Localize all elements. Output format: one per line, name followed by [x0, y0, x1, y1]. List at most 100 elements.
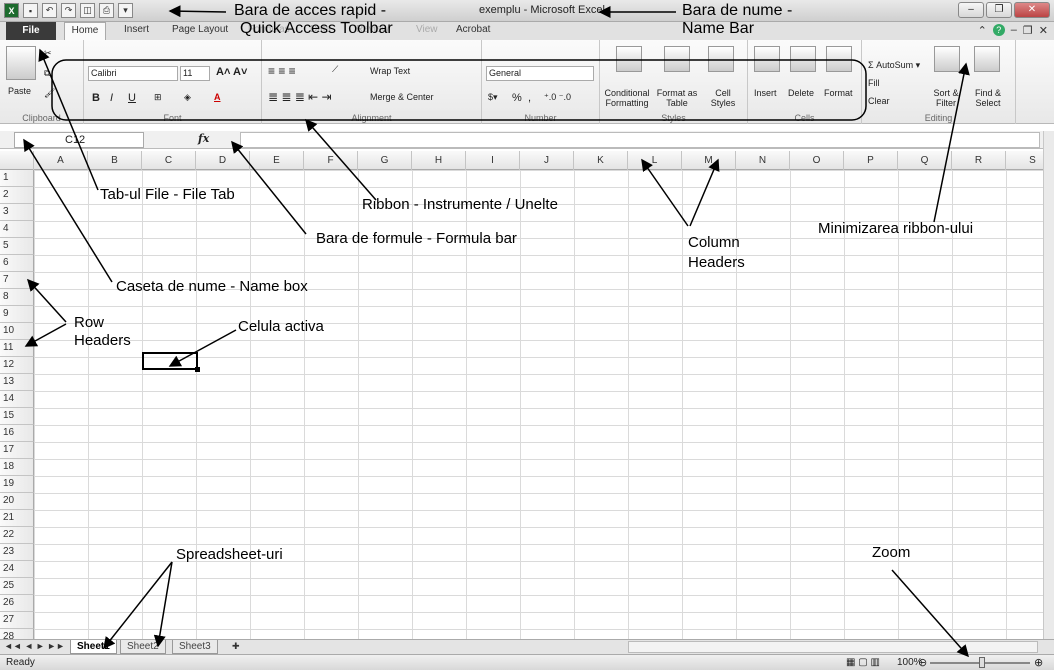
row-header[interactable]: 12 — [0, 357, 34, 374]
zoom-out-icon[interactable]: ⊖ — [918, 656, 927, 669]
column-header[interactable]: L — [628, 151, 682, 170]
bold-button[interactable]: B — [92, 92, 100, 104]
align-left-icon[interactable]: ≣ ≣ ≣ ⇤ ⇥ — [268, 90, 332, 104]
conditional-formatting-button[interactable]: Conditional Formatting — [604, 88, 650, 108]
sort-filter-button[interactable]: Sort & Filter — [928, 88, 964, 108]
tab-file[interactable]: File — [6, 22, 56, 40]
row-header[interactable]: 19 — [0, 476, 34, 493]
row-header[interactable]: 1 — [0, 170, 34, 187]
cell-styles-button[interactable]: Cell Styles — [704, 88, 742, 108]
column-header[interactable]: A — [34, 151, 88, 170]
find-select-icon[interactable] — [974, 46, 1000, 72]
column-header[interactable]: I — [466, 151, 520, 170]
underline-button[interactable]: U — [128, 92, 136, 104]
orientation-icon[interactable]: ⟋ — [332, 64, 338, 75]
redo-icon[interactable]: ↷ — [61, 3, 76, 18]
row-header[interactable]: 11 — [0, 340, 34, 357]
help-icon[interactable]: ? — [992, 24, 1005, 36]
insert-sheet-icon[interactable]: ✚ — [232, 641, 240, 652]
sheet-tab[interactable]: Sheet2 — [120, 640, 166, 654]
row-header[interactable]: 9 — [0, 306, 34, 323]
vertical-scrollbar[interactable] — [1043, 131, 1054, 639]
row-header[interactable]: 14 — [0, 391, 34, 408]
italic-button[interactable]: I — [110, 92, 113, 104]
row-header[interactable]: 7 — [0, 272, 34, 289]
column-header[interactable]: R — [952, 151, 1006, 170]
delete-cells-icon[interactable] — [790, 46, 816, 72]
row-header[interactable]: 26 — [0, 595, 34, 612]
column-header[interactable]: O — [790, 151, 844, 170]
delete-button[interactable]: Delete — [788, 88, 814, 98]
minimize-window-button[interactable]: – — [958, 2, 984, 18]
format-as-table-icon[interactable] — [664, 46, 690, 72]
row-header[interactable]: 16 — [0, 425, 34, 442]
horizontal-scrollbar[interactable] — [628, 641, 1038, 653]
paste-button[interactable]: Paste — [8, 86, 31, 96]
column-header[interactable]: G — [358, 151, 412, 170]
wrap-text-button[interactable]: Wrap Text — [370, 66, 410, 76]
sheet-nav-icon[interactable]: ◄◄ ◄ ► ►► — [4, 641, 65, 651]
accounting-icon[interactable]: $▾ — [488, 92, 498, 103]
align-top-icon[interactable]: ≡ ≡ ≡ — [268, 64, 296, 78]
undo-icon[interactable]: ↶ — [42, 3, 57, 18]
font-size-select[interactable]: 11 — [180, 66, 210, 81]
select-all-corner[interactable] — [0, 151, 34, 170]
percent-button[interactable]: % — [512, 92, 522, 104]
column-header[interactable]: N — [736, 151, 790, 170]
sheet-tab[interactable]: Sheet3 — [172, 640, 218, 654]
decimal-icon[interactable]: ⁺.0 ⁻.0 — [544, 92, 571, 103]
format-painter-icon[interactable]: 🖌 — [44, 88, 55, 99]
row-header[interactable]: 22 — [0, 527, 34, 544]
restore-window-button[interactable]: ❐ — [986, 2, 1012, 18]
column-header[interactable]: E — [250, 151, 304, 170]
column-header[interactable]: S — [1006, 151, 1043, 170]
cell-grid[interactable] — [34, 170, 1043, 639]
column-header[interactable]: P — [844, 151, 898, 170]
tab-home[interactable]: Home — [64, 22, 106, 40]
sheet-tab[interactable]: Sheet1 — [70, 640, 117, 654]
row-header[interactable]: 27 — [0, 612, 34, 629]
minimize-ribbon-icon[interactable]: ⌃ — [978, 24, 987, 37]
comma-button[interactable]: , — [528, 92, 531, 104]
merge-center-button[interactable]: Merge & Center — [370, 92, 434, 102]
row-header[interactable]: 25 — [0, 578, 34, 595]
column-header[interactable]: C — [142, 151, 196, 170]
cut-icon[interactable]: ✂ — [44, 48, 52, 59]
tab-insert[interactable]: Insert — [124, 24, 149, 35]
column-header[interactable]: J — [520, 151, 574, 170]
close-window-button[interactable]: ✕ — [1014, 2, 1050, 18]
insert-cells-icon[interactable] — [754, 46, 780, 72]
column-header[interactable]: B — [88, 151, 142, 170]
format-as-table-button[interactable]: Format as Table — [654, 88, 700, 108]
cell-styles-icon[interactable] — [708, 46, 734, 72]
row-header[interactable]: 21 — [0, 510, 34, 527]
view-buttons-icon[interactable]: ▦ ▢ ▥ — [846, 657, 880, 668]
row-header[interactable]: 15 — [0, 408, 34, 425]
workbook-minimize-icon[interactable]: – — [1011, 24, 1017, 37]
row-header[interactable]: 23 — [0, 544, 34, 561]
workbook-restore-icon[interactable]: ❐ — [1023, 24, 1033, 37]
tab-page-layout[interactable]: Page Layout — [172, 24, 228, 35]
workbook-close-icon[interactable]: ✕ — [1039, 24, 1048, 37]
font-name-select[interactable]: Calibri — [88, 66, 178, 81]
excel-logo-icon[interactable]: X — [4, 3, 19, 18]
save-icon[interactable]: ▪ — [23, 3, 38, 18]
insert-button[interactable]: Insert — [754, 88, 777, 98]
column-header[interactable]: H — [412, 151, 466, 170]
format-cells-icon[interactable] — [826, 46, 852, 72]
tab-view[interactable]: View — [416, 24, 438, 35]
row-header[interactable]: 10 — [0, 323, 34, 340]
row-header[interactable]: 18 — [0, 459, 34, 476]
quick-print-icon[interactable]: ⎙ — [99, 3, 114, 18]
copy-icon[interactable]: ⧉ — [44, 68, 50, 79]
row-header[interactable]: 3 — [0, 204, 34, 221]
autosum-button[interactable]: Σ AutoSum ▾ — [868, 60, 920, 71]
paste-icon[interactable] — [6, 46, 36, 80]
active-cell[interactable] — [142, 352, 200, 372]
format-button[interactable]: Format — [824, 88, 853, 98]
row-header[interactable]: 20 — [0, 493, 34, 510]
sort-filter-icon[interactable] — [934, 46, 960, 72]
find-select-button[interactable]: Find & Select — [968, 88, 1008, 108]
row-header[interactable]: 24 — [0, 561, 34, 578]
zoom-in-icon[interactable]: ⊕ — [1034, 656, 1043, 669]
